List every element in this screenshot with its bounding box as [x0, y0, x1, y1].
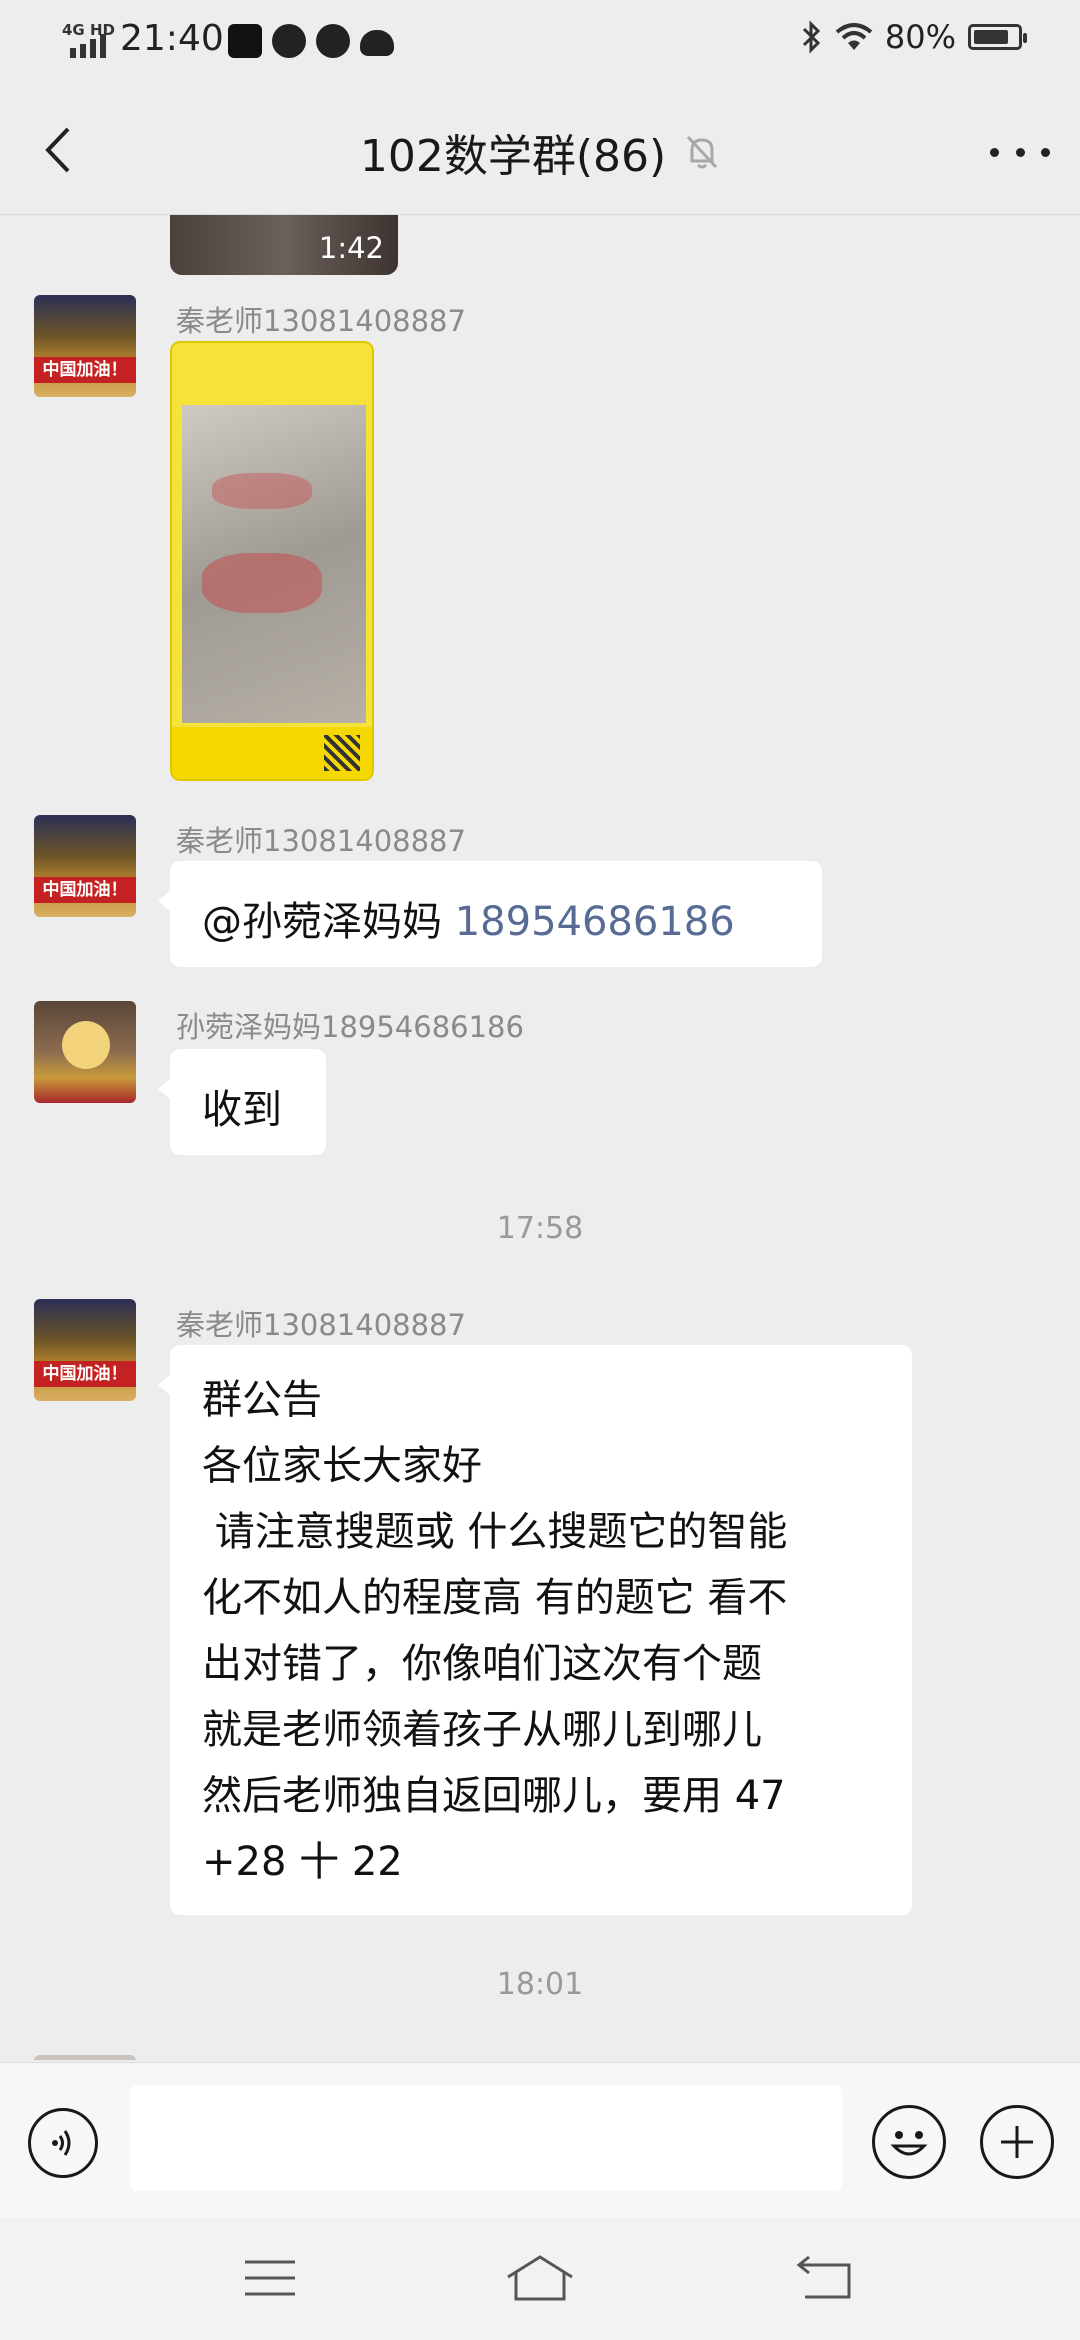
- announcement-line: 群公告: [202, 1377, 322, 1423]
- avatar[interactable]: 中国加油！: [34, 295, 136, 397]
- announcement-line: +28 十 22: [202, 1839, 403, 1885]
- time-separator: 17:58: [496, 1211, 584, 1246]
- return-icon: [796, 2255, 851, 2299]
- battery-percent: 80%: [884, 18, 956, 56]
- announcement-line: 各位家长大家好: [202, 1443, 482, 1489]
- announcement-line: 化不如人的程度高 有的题它 看不: [202, 1575, 788, 1621]
- compass-icon: [316, 24, 350, 58]
- announcement-line: 请注意搜题或 什么搜题它的智能: [202, 1509, 788, 1555]
- image-mark: [202, 553, 322, 613]
- message-bubble[interactable]: 收到: [158, 1049, 326, 1155]
- qr-code-icon: [324, 735, 360, 771]
- bluetooth-icon: [802, 20, 820, 54]
- announcement-line: 然后老师独自返回哪儿，要用 47: [202, 1773, 786, 1819]
- phone-link[interactable]: 18954686186: [455, 899, 735, 945]
- status-bar: 4G HD 21:40 80%: [0, 0, 1080, 84]
- clock: 21:40: [120, 18, 224, 59]
- video-duration: 1:42: [318, 231, 384, 265]
- avatar[interactable]: [34, 1001, 136, 1103]
- avatar[interactable]: 中国加油！: [34, 815, 136, 917]
- message-list[interactable]: 1:42 中国加油！ 秦老师13081408887 中国加油！ 秦老师13081…: [0, 215, 1080, 2060]
- chat-title-text: 102数学群(86): [359, 131, 667, 182]
- announcement-line: 就是老师领着孩子从哪儿到哪儿: [202, 1707, 762, 1753]
- input-bar: [0, 2062, 1080, 2218]
- announcement-line: 出对错了，你像咱们这次有个题: [202, 1641, 762, 1687]
- voice-icon: [52, 2130, 71, 2156]
- mention-text: @孙菀泽妈妈: [202, 899, 455, 945]
- nav-back-button[interactable]: [784, 2248, 864, 2308]
- chat-header: 102数学群(86): [0, 84, 1080, 215]
- home-icon: [507, 2255, 573, 2301]
- battery-icon: [968, 24, 1027, 50]
- sender-name: 孙菀泽妈妈18954686186: [176, 1010, 524, 1044]
- system-nav-bar: [0, 2218, 1080, 2340]
- image-mark: [212, 473, 312, 509]
- signal-icon: [70, 34, 106, 58]
- avatar[interactable]: [34, 2055, 136, 2060]
- avatar-banner: 中国加油！: [34, 1361, 136, 1387]
- image-message[interactable]: [170, 341, 374, 781]
- time-separator: 18:01: [496, 1967, 584, 2002]
- sender-name: 秦老师13081408887: [176, 1308, 466, 1342]
- menu-icon: [245, 2260, 295, 2296]
- tiktok-icon: [228, 24, 262, 58]
- app-notification-icon: [272, 24, 306, 58]
- cat-figure-icon: [62, 1021, 110, 1069]
- voice-input-button[interactable]: [28, 2108, 98, 2178]
- avatar-banner: 中国加油！: [34, 357, 136, 383]
- cloud-icon: [360, 30, 394, 56]
- message-text: 收到: [202, 1087, 282, 1133]
- avatar[interactable]: 中国加油！: [34, 1299, 136, 1401]
- more-actions-button[interactable]: [980, 2105, 1054, 2179]
- plus-icon: [1001, 2126, 1033, 2158]
- video-message[interactable]: 1:42: [170, 215, 398, 275]
- dot-icon: [1041, 147, 1050, 157]
- wifi-icon: [835, 23, 873, 50]
- mute-bell-icon: [687, 135, 718, 169]
- smiley-icon: [890, 2131, 928, 2156]
- more-options-button[interactable]: [990, 132, 1050, 172]
- nav-menu-button[interactable]: [230, 2248, 310, 2308]
- sender-name: 秦老师13081408887: [176, 304, 466, 338]
- message-input[interactable]: [130, 2085, 842, 2191]
- avatar-banner: 中国加油！: [34, 877, 136, 903]
- image-header: [180, 353, 368, 393]
- nav-home-button[interactable]: [500, 2248, 580, 2308]
- sender-name: 秦老师13081408887: [176, 824, 466, 858]
- announcement-bubble[interactable]: 群公告 各位家长大家好 请注意搜题或 什么搜题它的智能 化不如人的程度高 有的题…: [158, 1345, 912, 1915]
- dot-icon: [1015, 147, 1025, 157]
- chat-title: 102数学群(86): [0, 120, 1080, 184]
- dot-icon: [990, 147, 999, 157]
- status-right: 80%: [801, 18, 1027, 56]
- battery-fill: [974, 30, 1008, 44]
- emoji-button[interactable]: [872, 2105, 946, 2179]
- message-bubble[interactable]: @孙菀泽妈妈 18954686186: [158, 861, 822, 967]
